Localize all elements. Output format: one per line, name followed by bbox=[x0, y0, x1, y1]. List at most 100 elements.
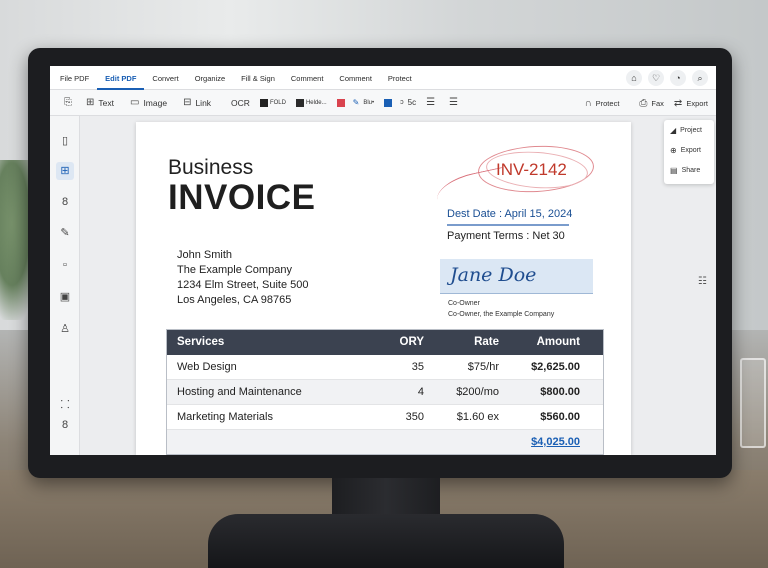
left-sidebar: ▯ ⊞ 8 ✎ ▫ ▣ ♙ ⸬ 8 bbox=[50, 116, 80, 455]
link-icon: ⊟ bbox=[183, 97, 192, 108]
settings-icon[interactable]: 8 bbox=[56, 416, 74, 434]
header-amount: Amount bbox=[536, 336, 580, 348]
share-button[interactable]: ▤ Share bbox=[664, 160, 714, 180]
invoice-title: INVOICE bbox=[168, 178, 316, 217]
image-tool-label: Image bbox=[143, 97, 168, 108]
fax-label: Fax bbox=[651, 98, 664, 108]
table-row[interactable]: Web Design 35 $75/hr $2,625.00 bbox=[166, 355, 604, 380]
page-add-icon: ⎘ bbox=[64, 97, 72, 108]
export-icon: ⇄ bbox=[673, 97, 683, 109]
due-date-underline bbox=[447, 224, 569, 226]
protect-button[interactable]: ∩ Protect bbox=[584, 98, 619, 109]
red-swatch-icon bbox=[336, 98, 345, 107]
list-button[interactable]: ☰ bbox=[426, 97, 439, 108]
toolbar-right: ∩ Protect ⎙ Fax ⇄ Export bbox=[584, 90, 710, 116]
home-icon[interactable]: ⌂ bbox=[626, 70, 642, 86]
file-icon[interactable]: ▫ bbox=[56, 256, 74, 274]
menu-comment-2[interactable]: Comment bbox=[331, 66, 380, 90]
blue-swatch-icon bbox=[384, 98, 393, 107]
ocr-button[interactable]: OCR bbox=[231, 98, 250, 108]
cell-rate: $200/mo bbox=[456, 386, 499, 398]
table-header: Services ORY Rate Amount bbox=[166, 329, 604, 355]
menu-organize[interactable]: Organize bbox=[187, 66, 233, 90]
total-amount[interactable]: $4,025.00 bbox=[499, 436, 594, 448]
menu-file-pdf[interactable]: File PDF bbox=[50, 66, 97, 90]
header-qty: ORY bbox=[399, 336, 425, 348]
cell-qty: 4 bbox=[417, 386, 424, 398]
cell-service: Marketing Materials bbox=[177, 411, 273, 423]
monitor-stand-base bbox=[208, 514, 564, 568]
signature-title: Co-Owner bbox=[448, 300, 480, 307]
font-icon bbox=[295, 98, 304, 107]
align-icon: ☰ bbox=[449, 97, 459, 108]
project-icon: ◢ bbox=[670, 125, 677, 135]
export-button[interactable]: ⇄ Export bbox=[674, 98, 708, 109]
bookmark-icon[interactable]: 8 bbox=[56, 193, 74, 211]
menu-comment[interactable]: Comment bbox=[283, 66, 332, 90]
menu-convert[interactable]: Convert bbox=[144, 66, 186, 90]
image-tool-button[interactable]: ▭ Image bbox=[130, 97, 167, 108]
link-tool-button[interactable]: ⊟ Link bbox=[183, 97, 211, 108]
cell-qty: 35 bbox=[411, 361, 424, 373]
header-services: Services bbox=[177, 336, 225, 348]
outline-icon[interactable]: ☷ bbox=[698, 276, 707, 287]
signature-role: Co-Owner Co-Owner, the Example Company bbox=[448, 298, 554, 320]
link-icon[interactable]: ⸬ bbox=[56, 396, 74, 414]
cell-amount: $800.00 bbox=[540, 386, 580, 398]
color-select[interactable]: ✎ Blu• bbox=[353, 98, 374, 107]
cell-qty: 350 bbox=[405, 411, 424, 423]
services-table: Services ORY Rate Amount Web Design 35 $… bbox=[166, 329, 604, 454]
bold-button[interactable]: FOLD bbox=[259, 98, 286, 107]
text-tool-label: Text bbox=[98, 97, 114, 108]
protect-label: Protect bbox=[595, 98, 620, 108]
ocr-label: OCR bbox=[231, 97, 250, 108]
export-panel-button[interactable]: ⊕ Export bbox=[664, 140, 714, 160]
fax-button[interactable]: ⎙ Fax bbox=[639, 98, 664, 109]
lock-icon[interactable]: ▣ bbox=[56, 288, 74, 306]
list-icon: ☰ bbox=[426, 97, 436, 108]
text-tool-button[interactable]: ⊞ Text bbox=[86, 97, 114, 108]
due-date[interactable]: Dest Date : April 15, 2024 bbox=[447, 208, 572, 220]
cell-rate: $75/hr bbox=[467, 361, 499, 373]
red-color-button[interactable] bbox=[336, 98, 347, 107]
billing-name: John Smith bbox=[177, 249, 233, 261]
billing-city: Los Angeles, CA 98765 bbox=[177, 294, 292, 306]
gear-icon[interactable]: ◔ bbox=[670, 70, 686, 86]
background-glass bbox=[740, 358, 766, 448]
project-button[interactable]: ◢ Project bbox=[664, 120, 714, 140]
add-page-button[interactable]: ⎘ bbox=[64, 97, 76, 108]
menu-fill-sign[interactable]: Fill & Sign bbox=[233, 66, 283, 90]
pages-icon[interactable]: ▯ bbox=[56, 132, 74, 150]
image-icon: ▭ bbox=[129, 97, 140, 108]
pen-icon[interactable]: ✎ bbox=[56, 224, 74, 242]
header-rate: Rate bbox=[474, 336, 499, 348]
menu-protect[interactable]: Protect bbox=[380, 66, 420, 90]
size-label: 5c bbox=[407, 98, 417, 107]
project-label: Project bbox=[680, 126, 702, 134]
size-icon: ↄ bbox=[400, 99, 404, 106]
menu-edit-pdf[interactable]: Edit PDF bbox=[97, 66, 145, 90]
table-row[interactable]: Marketing Materials 350 $1.60 ex $560.00 bbox=[166, 405, 604, 430]
cell-amount: $560.00 bbox=[540, 411, 580, 423]
table-row[interactable]: Hosting and Maintenance 4 $200/mo $800.0… bbox=[166, 380, 604, 405]
size-select[interactable]: ↄ 5c bbox=[400, 98, 416, 107]
search-icon[interactable]: ⌕ bbox=[692, 70, 708, 86]
right-action-panel: ◢ Project ⊕ Export ▤ Share bbox=[664, 120, 714, 184]
invoice-number[interactable]: INV-2142 bbox=[496, 160, 567, 180]
blue-color-button[interactable] bbox=[384, 98, 394, 107]
title-line1: Business bbox=[168, 156, 254, 179]
font-select[interactable]: Helde... bbox=[295, 98, 327, 107]
align-button[interactable]: ☰ bbox=[449, 97, 462, 108]
billing-company: The Example Company bbox=[177, 264, 292, 276]
export-panel-label: Export bbox=[680, 146, 701, 154]
heart-icon[interactable]: ♡ bbox=[648, 70, 664, 86]
color-label: Blu• bbox=[363, 99, 375, 106]
edit-icon[interactable]: ⊞ bbox=[56, 162, 74, 180]
protect-icon: ∩ bbox=[584, 97, 592, 109]
paint-icon: ✎ bbox=[352, 98, 360, 107]
export-label: Export bbox=[686, 98, 708, 108]
font-label: Helde... bbox=[305, 99, 327, 106]
billing-address: John Smith The Example Company 1234 Elm … bbox=[177, 248, 308, 308]
user-icon[interactable]: ♙ bbox=[56, 320, 74, 338]
bold-label: FOLD bbox=[269, 99, 286, 106]
